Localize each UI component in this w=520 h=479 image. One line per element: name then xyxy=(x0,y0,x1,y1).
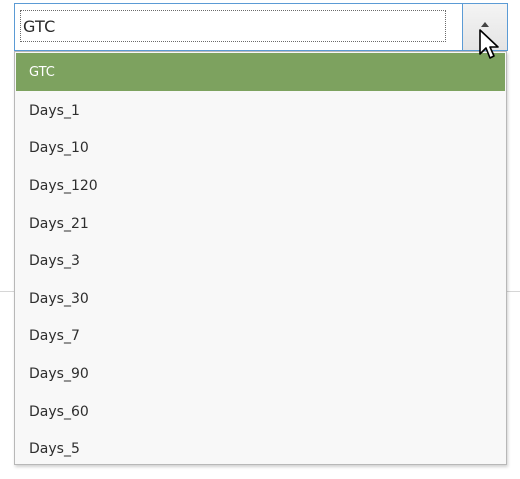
dropdown-item-label: Days_90 xyxy=(29,365,89,382)
dropdown-item-days-30[interactable]: Days_30 xyxy=(15,280,506,318)
backdrop-divider-right xyxy=(507,291,520,292)
dropdown-item-days-90[interactable]: Days_90 xyxy=(15,355,506,393)
dropdown-list[interactable]: GTC Days_1 Days_10 Days_120 Days_21 Days… xyxy=(14,51,507,465)
dropdown-item-label: Days_3 xyxy=(29,253,80,270)
dropdown-item-days-5[interactable]: Days_5 xyxy=(15,430,506,464)
dropdown-item-label: Days_10 xyxy=(29,140,89,157)
dropdown-item-label: Days_120 xyxy=(29,177,98,194)
dropdown-item-label: GTC xyxy=(29,64,55,80)
dropdown-item-days-10[interactable]: Days_10 xyxy=(15,130,506,168)
dropdown-item-days-120[interactable]: Days_120 xyxy=(15,167,506,205)
dropdown-item-days-21[interactable]: Days_21 xyxy=(15,205,506,243)
dropdown-item-label: Days_30 xyxy=(29,290,89,307)
dropdown-item-label: Days_60 xyxy=(29,403,89,420)
dropdown-item-days-60[interactable]: Days_60 xyxy=(15,393,506,431)
combobox-value: GTC xyxy=(23,16,56,36)
dropdown-item-gtc[interactable]: GTC xyxy=(16,53,505,91)
screen: GTC GTC Days_1 Days_10 Days_120 Days_21 … xyxy=(0,0,520,479)
backdrop-divider-left xyxy=(0,291,14,292)
combobox-focus-ring: GTC xyxy=(20,10,446,42)
duration-combobox[interactable]: GTC xyxy=(14,3,508,51)
mouse-pointer-icon xyxy=(479,29,499,59)
dropdown-item-label: Days_1 xyxy=(29,102,80,119)
dropdown-item-days-1[interactable]: Days_1 xyxy=(15,92,506,130)
combobox-field[interactable]: GTC xyxy=(14,3,462,51)
dropdown-item-label: Days_5 xyxy=(29,441,80,458)
dropdown-item-days-3[interactable]: Days_3 xyxy=(15,242,506,280)
dropdown-item-label: Days_7 xyxy=(29,328,80,345)
dropdown-item-days-7[interactable]: Days_7 xyxy=(15,318,506,356)
dropdown-item-label: Days_21 xyxy=(29,215,89,232)
arrow-up-icon xyxy=(481,22,489,27)
